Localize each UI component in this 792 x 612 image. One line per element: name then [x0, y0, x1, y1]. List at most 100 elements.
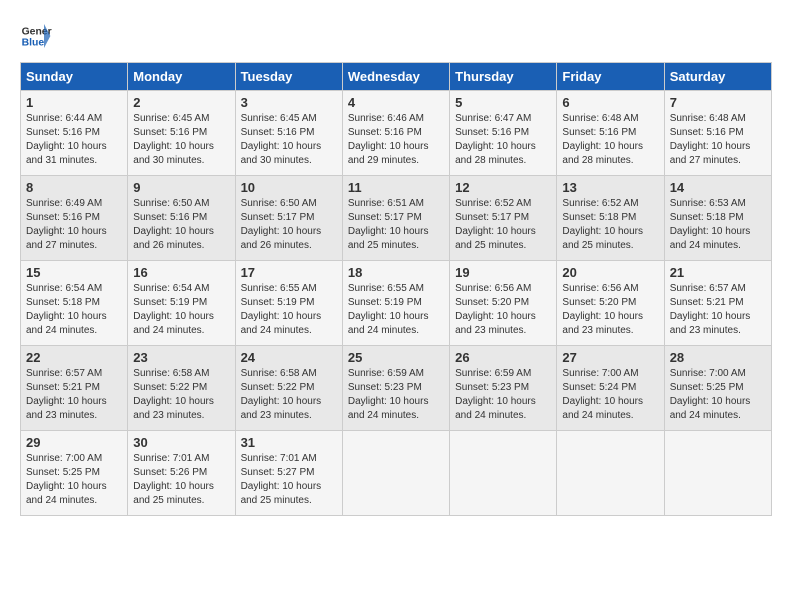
day-info: Sunrise: 6:59 AM Sunset: 5:23 PM Dayligh… — [455, 367, 551, 423]
calendar-day-cell: 9 Sunrise: 6:50 AM Sunset: 5:16 PM Dayli… — [128, 176, 235, 261]
calendar-day-cell: 4 Sunrise: 6:46 AM Sunset: 5:16 PM Dayli… — [342, 91, 449, 176]
day-info: Sunrise: 6:52 AM Sunset: 5:18 PM Dayligh… — [562, 197, 658, 253]
calendar-week-row: 8 Sunrise: 6:49 AM Sunset: 5:16 PM Dayli… — [21, 176, 772, 261]
day-number: 14 — [670, 180, 766, 195]
day-info: Sunrise: 6:47 AM Sunset: 5:16 PM Dayligh… — [455, 112, 551, 168]
day-number: 3 — [241, 95, 337, 110]
day-number: 29 — [26, 435, 122, 450]
day-info: Sunrise: 6:51 AM Sunset: 5:17 PM Dayligh… — [348, 197, 444, 253]
calendar-day-cell — [342, 431, 449, 516]
day-number: 26 — [455, 350, 551, 365]
day-info: Sunrise: 6:46 AM Sunset: 5:16 PM Dayligh… — [348, 112, 444, 168]
calendar-day-cell: 28 Sunrise: 7:00 AM Sunset: 5:25 PM Dayl… — [664, 346, 771, 431]
day-info: Sunrise: 6:52 AM Sunset: 5:17 PM Dayligh… — [455, 197, 551, 253]
calendar-day-cell: 12 Sunrise: 6:52 AM Sunset: 5:17 PM Dayl… — [450, 176, 557, 261]
day-info: Sunrise: 6:45 AM Sunset: 5:16 PM Dayligh… — [241, 112, 337, 168]
day-info: Sunrise: 7:00 AM Sunset: 5:25 PM Dayligh… — [670, 367, 766, 423]
day-number: 4 — [348, 95, 444, 110]
day-number: 5 — [455, 95, 551, 110]
weekday-header-row: SundayMondayTuesdayWednesdayThursdayFrid… — [21, 63, 772, 91]
day-info: Sunrise: 6:55 AM Sunset: 5:19 PM Dayligh… — [241, 282, 337, 338]
calendar-day-cell: 30 Sunrise: 7:01 AM Sunset: 5:26 PM Dayl… — [128, 431, 235, 516]
weekday-header-thursday: Thursday — [450, 63, 557, 91]
day-info: Sunrise: 6:54 AM Sunset: 5:18 PM Dayligh… — [26, 282, 122, 338]
day-number: 20 — [562, 265, 658, 280]
calendar-week-row: 29 Sunrise: 7:00 AM Sunset: 5:25 PM Dayl… — [21, 431, 772, 516]
calendar-day-cell — [557, 431, 664, 516]
day-number: 10 — [241, 180, 337, 195]
calendar-day-cell: 10 Sunrise: 6:50 AM Sunset: 5:17 PM Dayl… — [235, 176, 342, 261]
calendar-day-cell: 27 Sunrise: 7:00 AM Sunset: 5:24 PM Dayl… — [557, 346, 664, 431]
calendar-week-row: 15 Sunrise: 6:54 AM Sunset: 5:18 PM Dayl… — [21, 261, 772, 346]
day-number: 23 — [133, 350, 229, 365]
day-info: Sunrise: 6:50 AM Sunset: 5:17 PM Dayligh… — [241, 197, 337, 253]
day-number: 27 — [562, 350, 658, 365]
day-info: Sunrise: 6:48 AM Sunset: 5:16 PM Dayligh… — [562, 112, 658, 168]
day-info: Sunrise: 6:54 AM Sunset: 5:19 PM Dayligh… — [133, 282, 229, 338]
calendar-day-cell: 18 Sunrise: 6:55 AM Sunset: 5:19 PM Dayl… — [342, 261, 449, 346]
calendar-day-cell — [450, 431, 557, 516]
day-number: 16 — [133, 265, 229, 280]
calendar-day-cell: 2 Sunrise: 6:45 AM Sunset: 5:16 PM Dayli… — [128, 91, 235, 176]
weekday-header-monday: Monday — [128, 63, 235, 91]
day-info: Sunrise: 6:55 AM Sunset: 5:19 PM Dayligh… — [348, 282, 444, 338]
calendar-day-cell: 14 Sunrise: 6:53 AM Sunset: 5:18 PM Dayl… — [664, 176, 771, 261]
day-number: 28 — [670, 350, 766, 365]
day-info: Sunrise: 6:53 AM Sunset: 5:18 PM Dayligh… — [670, 197, 766, 253]
day-info: Sunrise: 6:50 AM Sunset: 5:16 PM Dayligh… — [133, 197, 229, 253]
calendar-day-cell: 21 Sunrise: 6:57 AM Sunset: 5:21 PM Dayl… — [664, 261, 771, 346]
svg-text:Blue: Blue — [22, 38, 45, 49]
day-info: Sunrise: 7:01 AM Sunset: 5:26 PM Dayligh… — [133, 452, 229, 508]
calendar-day-cell: 1 Sunrise: 6:44 AM Sunset: 5:16 PM Dayli… — [21, 91, 128, 176]
calendar-day-cell: 26 Sunrise: 6:59 AM Sunset: 5:23 PM Dayl… — [450, 346, 557, 431]
day-number: 12 — [455, 180, 551, 195]
weekday-header-friday: Friday — [557, 63, 664, 91]
day-number: 8 — [26, 180, 122, 195]
day-info: Sunrise: 6:56 AM Sunset: 5:20 PM Dayligh… — [455, 282, 551, 338]
calendar-day-cell: 3 Sunrise: 6:45 AM Sunset: 5:16 PM Dayli… — [235, 91, 342, 176]
calendar-day-cell: 23 Sunrise: 6:58 AM Sunset: 5:22 PM Dayl… — [128, 346, 235, 431]
calendar-day-cell: 22 Sunrise: 6:57 AM Sunset: 5:21 PM Dayl… — [21, 346, 128, 431]
day-number: 7 — [670, 95, 766, 110]
calendar-table: SundayMondayTuesdayWednesdayThursdayFrid… — [20, 62, 772, 516]
day-number: 9 — [133, 180, 229, 195]
calendar-week-row: 22 Sunrise: 6:57 AM Sunset: 5:21 PM Dayl… — [21, 346, 772, 431]
weekday-header-wednesday: Wednesday — [342, 63, 449, 91]
day-number: 13 — [562, 180, 658, 195]
weekday-header-saturday: Saturday — [664, 63, 771, 91]
day-number: 25 — [348, 350, 444, 365]
calendar-day-cell: 8 Sunrise: 6:49 AM Sunset: 5:16 PM Dayli… — [21, 176, 128, 261]
day-info: Sunrise: 6:44 AM Sunset: 5:16 PM Dayligh… — [26, 112, 122, 168]
day-info: Sunrise: 7:00 AM Sunset: 5:25 PM Dayligh… — [26, 452, 122, 508]
day-number: 11 — [348, 180, 444, 195]
day-info: Sunrise: 6:48 AM Sunset: 5:16 PM Dayligh… — [670, 112, 766, 168]
weekday-header-tuesday: Tuesday — [235, 63, 342, 91]
calendar-day-cell: 6 Sunrise: 6:48 AM Sunset: 5:16 PM Dayli… — [557, 91, 664, 176]
day-number: 21 — [670, 265, 766, 280]
day-info: Sunrise: 6:49 AM Sunset: 5:16 PM Dayligh… — [26, 197, 122, 253]
day-number: 31 — [241, 435, 337, 450]
calendar-day-cell: 15 Sunrise: 6:54 AM Sunset: 5:18 PM Dayl… — [21, 261, 128, 346]
day-number: 6 — [562, 95, 658, 110]
calendar-day-cell: 17 Sunrise: 6:55 AM Sunset: 5:19 PM Dayl… — [235, 261, 342, 346]
calendar-day-cell: 13 Sunrise: 6:52 AM Sunset: 5:18 PM Dayl… — [557, 176, 664, 261]
day-number: 15 — [26, 265, 122, 280]
day-number: 17 — [241, 265, 337, 280]
day-number: 22 — [26, 350, 122, 365]
day-number: 19 — [455, 265, 551, 280]
weekday-header-sunday: Sunday — [21, 63, 128, 91]
day-info: Sunrise: 6:45 AM Sunset: 5:16 PM Dayligh… — [133, 112, 229, 168]
page-header: General Blue — [20, 20, 772, 52]
calendar-day-cell: 11 Sunrise: 6:51 AM Sunset: 5:17 PM Dayl… — [342, 176, 449, 261]
calendar-week-row: 1 Sunrise: 6:44 AM Sunset: 5:16 PM Dayli… — [21, 91, 772, 176]
day-info: Sunrise: 6:58 AM Sunset: 5:22 PM Dayligh… — [241, 367, 337, 423]
calendar-day-cell: 31 Sunrise: 7:01 AM Sunset: 5:27 PM Dayl… — [235, 431, 342, 516]
day-number: 2 — [133, 95, 229, 110]
logo: General Blue — [20, 20, 52, 52]
day-info: Sunrise: 7:01 AM Sunset: 5:27 PM Dayligh… — [241, 452, 337, 508]
calendar-day-cell: 29 Sunrise: 7:00 AM Sunset: 5:25 PM Dayl… — [21, 431, 128, 516]
day-info: Sunrise: 6:57 AM Sunset: 5:21 PM Dayligh… — [670, 282, 766, 338]
day-number: 18 — [348, 265, 444, 280]
day-number: 30 — [133, 435, 229, 450]
day-info: Sunrise: 6:58 AM Sunset: 5:22 PM Dayligh… — [133, 367, 229, 423]
